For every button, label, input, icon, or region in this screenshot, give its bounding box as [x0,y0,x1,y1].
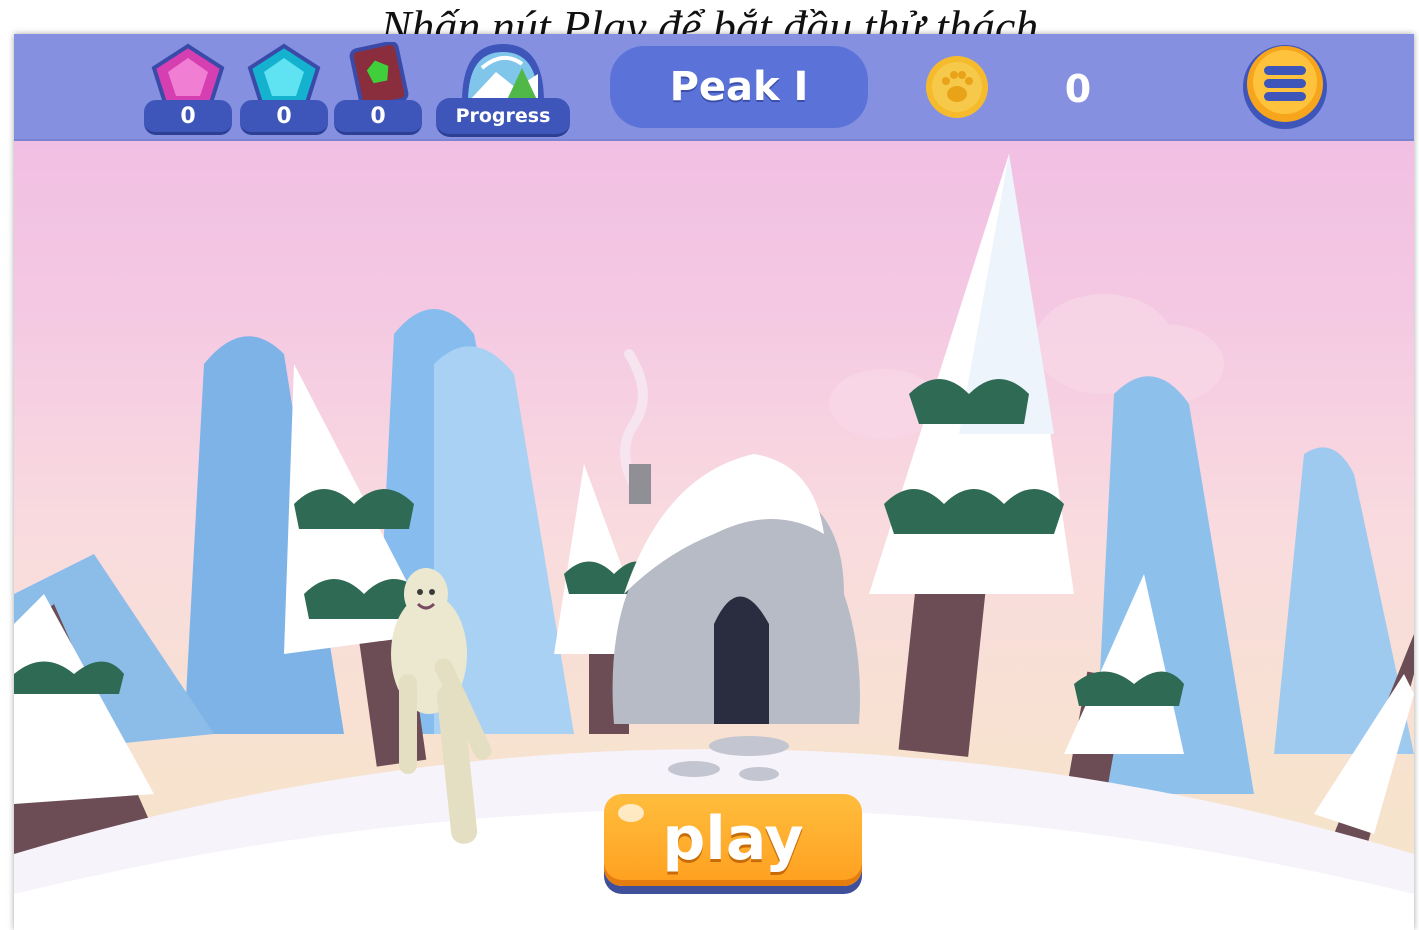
paw-coin-icon [926,56,988,118]
book-count: 0 [334,100,422,135]
peak-level-label: Peak I [610,46,868,128]
progress-label: Progress [436,98,570,137]
hamburger-menu-icon[interactable] [1240,42,1330,132]
coin-count: 0 [1064,67,1092,111]
cave [612,454,860,781]
game-window: 0 0 0 Progress Peak I 0 play [14,34,1414,930]
progress-map-icon [462,44,544,102]
book-counter[interactable]: 0 [334,34,422,139]
tall-tree-right [869,154,1074,757]
top-hud-bar: 0 0 0 Progress Peak I 0 [14,34,1414,139]
blue-gem-count: 0 [240,100,328,135]
button-shine [618,804,644,822]
pink-gem-counter[interactable]: 0 [144,34,232,139]
progress-button[interactable]: Progress [436,38,570,137]
pink-gem-count: 0 [144,100,232,135]
play-button[interactable]: play [604,794,862,894]
blue-gem-counter[interactable]: 0 [240,34,328,139]
play-label: play [604,794,862,886]
